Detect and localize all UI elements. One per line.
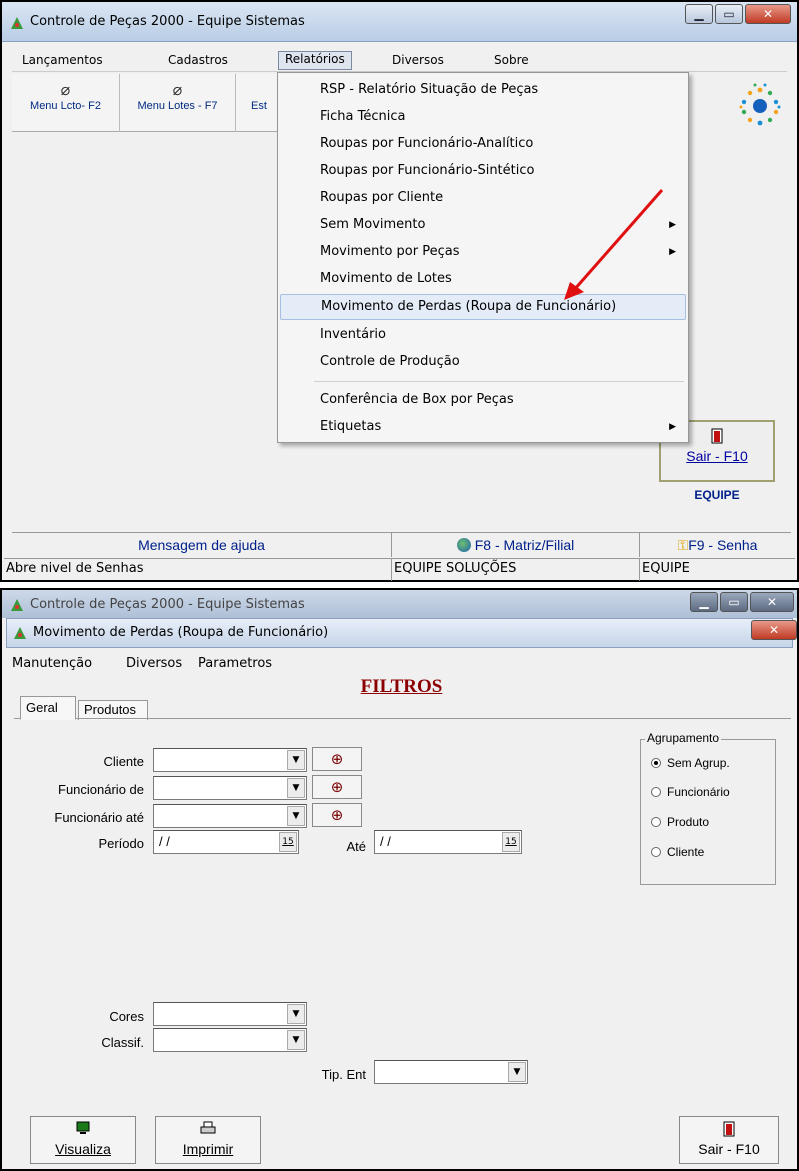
funcionario-de-search-button[interactable]: ⊕ (312, 775, 362, 799)
classif-label: Classif. (101, 1035, 144, 1050)
chevron-down-icon[interactable]: ▼ (287, 1004, 305, 1024)
monitor-icon (31, 1117, 135, 1141)
agrupamento-group: Agrupamento Sem Agrup. Funcionário Produ… (640, 731, 776, 885)
annotation-arrow (564, 189, 664, 300)
background-titlebar: Controle de Peças 2000 - Equipe Sistemas… (2, 590, 797, 618)
dialog-close-button[interactable]: ✕ (751, 620, 797, 640)
dialog-title: Movimento de Perdas (Roupa de Funcionári… (33, 625, 329, 640)
periodo-label: Período (98, 836, 144, 851)
exit-door-icon (680, 1117, 778, 1141)
tab-produtos[interactable]: Produtos (78, 700, 148, 720)
funcionario-de-label: Funcionário de (58, 782, 144, 797)
minimize-button[interactable]: ▁ (690, 592, 718, 612)
sair-label: Sair - F10 (698, 1141, 760, 1157)
menu-parametros[interactable]: Parametros (198, 656, 272, 671)
sair-button[interactable]: Sair - F10 (679, 1116, 779, 1164)
dialog-menubar: Manutenção Diversos Parametros (12, 654, 787, 676)
main-window: Controle de Peças 2000 - Equipe Sistemas… (0, 0, 799, 582)
visualiza-label: Visualiza (55, 1141, 111, 1157)
menu-manutencao[interactable]: Manutenção (12, 656, 92, 671)
cores-combo[interactable]: ▼ (153, 1002, 307, 1026)
perdas-window: Controle de Peças 2000 - Equipe Sistemas… (0, 588, 799, 1171)
chevron-down-icon[interactable]: ▼ (287, 778, 305, 798)
radio-icon (651, 787, 661, 797)
printer-icon (156, 1117, 260, 1141)
imprimir-button[interactable]: Imprimir (155, 1116, 261, 1164)
zoom-icon: ⊕ (330, 750, 344, 768)
zoom-icon: ⊕ (330, 778, 344, 796)
radio-funcionario[interactable]: Funcionário (651, 785, 730, 799)
imprimir-label: Imprimir (182, 1141, 234, 1157)
chevron-down-icon[interactable]: ▼ (287, 806, 305, 826)
periodo-de-value: / / (159, 834, 170, 849)
visualiza-button-face[interactable]: Visualiza (30, 1116, 136, 1164)
radio-icon (651, 847, 661, 857)
radio-icon (651, 817, 661, 827)
dialog-titlebar[interactable]: Movimento de Perdas (Roupa de Funcionári… (6, 618, 797, 648)
cores-label: Cores (109, 1009, 144, 1024)
tab-geral[interactable]: Geral (20, 696, 76, 720)
calendar-icon[interactable]: 15 (502, 832, 520, 852)
maximize-button[interactable]: ▭ (720, 592, 748, 612)
background-window-title: Controle de Peças 2000 - Equipe Sistemas (30, 597, 305, 612)
calendar-icon[interactable]: 15 (279, 832, 297, 852)
chevron-down-icon[interactable]: ▼ (287, 1030, 305, 1050)
radio-selected-icon (651, 758, 661, 768)
close-button[interactable]: ✕ (750, 592, 794, 612)
periodo-ate-value: / / (380, 834, 391, 849)
ate-label: Até (346, 839, 366, 854)
periodo-ate-field[interactable]: / / 15 (374, 830, 522, 854)
cliente-combo[interactable]: ▼ (153, 748, 307, 772)
radio-sem-agrup[interactable]: Sem Agrup. (651, 756, 730, 770)
periodo-de-field[interactable]: / / 15 (153, 830, 299, 854)
filtros-heading: FILTROS (360, 676, 443, 697)
radio-produto[interactable]: Produto (651, 815, 709, 829)
radio-cliente[interactable]: Cliente (651, 845, 704, 859)
cliente-search-button[interactable]: ⊕ (312, 747, 362, 771)
funcionario-de-combo[interactable]: ▼ (153, 776, 307, 800)
window-controls: ▁ ▭ ✕ (688, 592, 794, 614)
chevron-down-icon[interactable]: ▼ (508, 1062, 526, 1082)
menu-diversos[interactable]: Diversos (126, 656, 182, 671)
funcionario-ate-label: Funcionário até (54, 810, 144, 825)
cliente-label: Cliente (103, 754, 144, 769)
funcionario-ate-search-button[interactable]: ⊕ (312, 803, 362, 827)
zoom-icon: ⊕ (330, 806, 344, 824)
tip-ent-label: Tip. Ent (321, 1067, 366, 1082)
app-icon (11, 599, 23, 611)
agrupamento-title: Agrupamento (645, 731, 722, 745)
tip-ent-combo[interactable]: ▼ (374, 1060, 528, 1084)
app-icon (14, 627, 26, 639)
funcionario-ate-combo[interactable]: ▼ (153, 804, 307, 828)
chevron-down-icon[interactable]: ▼ (287, 750, 305, 770)
classif-combo[interactable]: ▼ (153, 1028, 307, 1052)
